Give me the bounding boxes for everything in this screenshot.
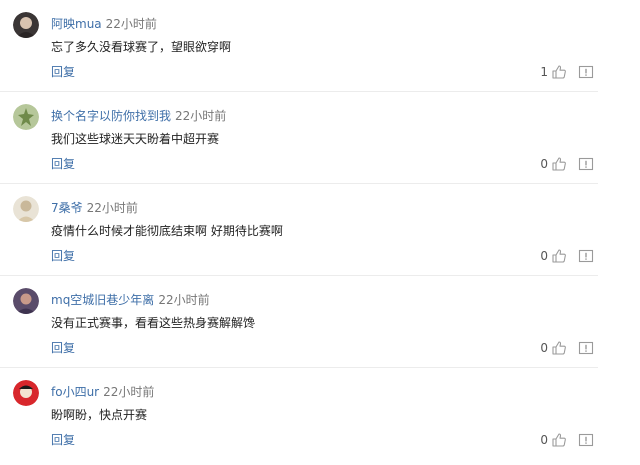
comment-actions: 0 (540, 431, 594, 449)
comment-meta: fo小四ur 22小时前 (51, 384, 154, 400)
comment-meta: 7桑爷 22小时前 (51, 200, 138, 216)
reply-button[interactable]: 回复 (51, 156, 75, 172)
username[interactable]: 阿映mua (51, 17, 102, 31)
avatar-image (13, 104, 39, 130)
comment-text: 疫情什么时候才能彻底结束啊 好期待比赛啊 (51, 224, 283, 238)
timestamp: 22小时前 (103, 385, 155, 399)
comment-text: 盼啊盼，快点开赛 (51, 408, 148, 422)
comment-text: 没有正式赛事，看看这些热身赛解解馋 (51, 316, 256, 330)
thumbs-up-icon[interactable] (551, 156, 567, 172)
comment-text: 忘了多久没看球赛了，望眼欲穿啊 (51, 40, 232, 54)
avatar[interactable] (13, 12, 39, 38)
username[interactable]: 换个名字以防你找到我 (51, 109, 171, 123)
comment-text: 我们这些球迷天天盼着中超开赛 (51, 132, 220, 146)
thumbs-up-icon[interactable] (551, 64, 567, 80)
report-icon[interactable] (578, 248, 594, 264)
avatar[interactable] (13, 288, 39, 314)
comment-actions: 0 (540, 339, 594, 357)
report-icon[interactable] (578, 432, 594, 448)
timestamp: 22小时前 (86, 201, 138, 215)
timestamp: 22小时前 (105, 17, 157, 31)
reply-button[interactable]: 回复 (51, 64, 75, 80)
avatar[interactable] (13, 196, 39, 222)
avatar-image (13, 380, 39, 406)
timestamp: 22小时前 (158, 293, 210, 307)
username[interactable]: fo小四ur (51, 385, 99, 399)
avatar-image (13, 196, 39, 222)
comment-item: mq空城旧巷少年离 22小时前 没有正式赛事，看看这些热身赛解解馋 回复 0 (0, 276, 598, 368)
report-icon[interactable] (578, 340, 594, 356)
comment-actions: 0 (540, 155, 594, 173)
comment-list: 阿映mua 22小时前 忘了多久没看球赛了，望眼欲穿啊 回复 1 换个名字以防你找… (0, 0, 640, 465)
like-count: 0 (540, 157, 548, 171)
timestamp: 22小时前 (175, 109, 227, 123)
comment-item: 7桑爷 22小时前 疫情什么时候才能彻底结束啊 好期待比赛啊 回复 0 (0, 184, 598, 276)
comment-item: fo小四ur 22小时前 盼啊盼，快点开赛 回复 0 (0, 368, 598, 459)
thumbs-up-icon[interactable] (551, 248, 567, 264)
comment-meta: 阿映mua 22小时前 (51, 16, 157, 32)
username[interactable]: 7桑爷 (51, 201, 83, 215)
avatar[interactable] (13, 104, 39, 130)
comment-actions: 0 (540, 247, 594, 265)
like-count: 1 (540, 65, 548, 79)
reply-button[interactable]: 回复 (51, 248, 75, 264)
avatar-image (13, 288, 39, 314)
thumbs-up-icon[interactable] (551, 432, 567, 448)
username[interactable]: mq空城旧巷少年离 (51, 293, 154, 307)
reply-button[interactable]: 回复 (51, 340, 75, 356)
comment-item: 换个名字以防你找到我 22小时前 我们这些球迷天天盼着中超开赛 回复 0 (0, 92, 598, 184)
comment-meta: mq空城旧巷少年离 22小时前 (51, 292, 210, 308)
reply-button[interactable]: 回复 (51, 432, 75, 448)
comment-meta: 换个名字以防你找到我 22小时前 (51, 108, 226, 124)
report-icon[interactable] (578, 156, 594, 172)
comment-actions: 1 (540, 63, 594, 81)
like-count: 0 (540, 249, 548, 263)
like-count: 0 (540, 433, 548, 447)
report-icon[interactable] (578, 64, 594, 80)
like-count: 0 (540, 341, 548, 355)
avatar[interactable] (13, 380, 39, 406)
comment-item: 阿映mua 22小时前 忘了多久没看球赛了，望眼欲穿啊 回复 1 (0, 0, 598, 92)
avatar-image (13, 12, 39, 38)
thumbs-up-icon[interactable] (551, 340, 567, 356)
